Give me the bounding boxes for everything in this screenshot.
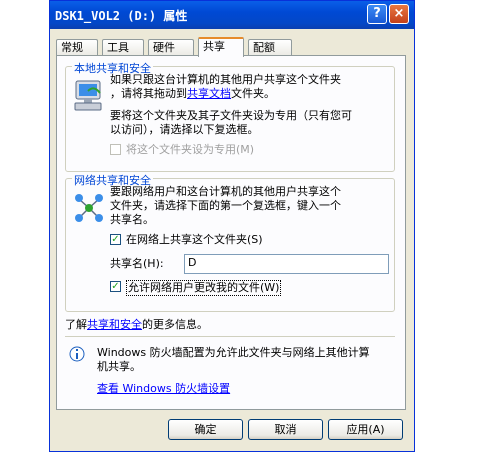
sharing-security-link[interactable]: 共享和安全 [87, 318, 142, 331]
tab-hardware[interactable]: 硬件 [148, 39, 194, 55]
tab-general[interactable]: 常规 [56, 39, 98, 55]
local-desc-line3: 要将这个文件夹及其子文件夹设为专用（只有您可 [110, 109, 352, 122]
tab-tools[interactable]: 工具 [102, 39, 144, 55]
local-desc-line1: 如果只跟这台计算机的其他用户共享这个文件夹 [110, 73, 341, 86]
firewall-desc-line2: 机共享。 [97, 360, 141, 373]
network-sharing-group: 网络共享和安全 要跟网络用户和这台计算机的其他用户共享这个 文件夹，请选择下面的… [65, 172, 395, 312]
ok-button[interactable]: 确定 [168, 419, 243, 440]
share-on-network-label: 在网络上共享这个文件夹(S) [126, 233, 263, 246]
local-sharing-group: 本地共享和安全 如果只跟这台计算机的其他用户共享这个文件夹 ，请将其拖动到共享文… [65, 60, 395, 172]
help-icon[interactable]: ? [367, 4, 387, 24]
firewall-desc-line1: Windows 防火墙配置为允许此文件夹与网络上其他计算 [97, 346, 370, 359]
make-private-checkbox[interactable] [110, 144, 121, 155]
network-desc-line3: 共享名。 [110, 213, 154, 226]
computer-icon [74, 80, 102, 111]
allow-changes-checkbox[interactable]: ✓ [110, 281, 121, 292]
cancel-button[interactable]: 取消 [248, 419, 323, 440]
tab-quota[interactable]: 配额 [248, 39, 292, 55]
share-on-network-checkbox[interactable]: ✓ [110, 234, 121, 245]
network-desc-line2: 文件夹，请选择下面的第一个复选框，键入一个 [110, 199, 341, 212]
info-icon [69, 346, 85, 362]
close-icon[interactable]: × [389, 4, 409, 24]
title-bar[interactable]: DSK1_VOL2 (D:) 属性 ? × [50, 1, 414, 29]
local-desc-line4: 以访问），请选择以下复选框。 [110, 123, 259, 136]
firewall-settings-link[interactable]: 查看 Windows 防火墙设置 [97, 382, 230, 396]
share-name-label: 共享名(H): [110, 257, 164, 270]
learn-more-text: 了解共享和安全的更多信息。 [65, 318, 208, 331]
share-name-input[interactable]: D [184, 254, 389, 274]
local-desc-line2: ，请将其拖动到共享文档文件夹。 [110, 87, 275, 100]
make-private-label: 将这个文件夹设为专用(M) [126, 143, 255, 156]
allow-changes-label: 允许网络用户更改我的文件(W) [126, 280, 282, 296]
tab-sharing[interactable]: 共享 [198, 37, 244, 57]
apply-button[interactable]: 应用(A) [328, 419, 403, 440]
sharing-panel: 本地共享和安全 如果只跟这台计算机的其他用户共享这个文件夹 ，请将其拖动到共享文… [56, 55, 406, 410]
network-desc-line1: 要跟网络用户和这台计算机的其他用户共享这个 [110, 185, 341, 198]
network-users-icon [75, 194, 103, 222]
window-title: DSK1_VOL2 (D:) 属性 [55, 9, 188, 23]
shared-documents-link[interactable]: 共享文档 [187, 87, 231, 100]
separator [65, 336, 395, 337]
properties-dialog: DSK1_VOL2 (D:) 属性 ? × 常规 工具 硬件 共享 配额 本地共… [49, 0, 415, 452]
